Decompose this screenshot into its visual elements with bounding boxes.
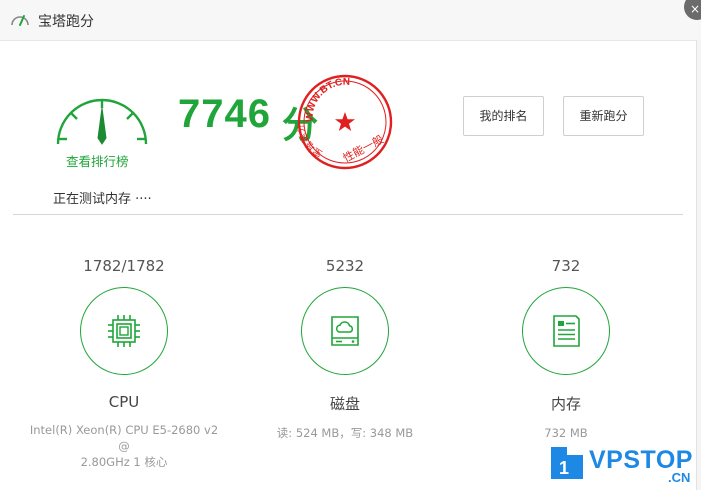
cloud-disk-icon: [331, 316, 359, 346]
metric-disk: 5232 磁盘 读: 524 MB，写: 348 MB: [245, 255, 445, 441]
brand-suffix: .CN: [668, 470, 691, 485]
rating-stamp: WWW.BT.CN 宝塔跑分 性能一般: [295, 74, 393, 170]
memory-desc-line: 732 MB: [544, 426, 588, 440]
view-leaderboard-link[interactable]: 查看排行榜: [66, 151, 129, 170]
cpu-desc-line: 2.80GHz 1 核心: [80, 455, 168, 469]
test-status: 正在测试内存 ····: [53, 192, 152, 207]
disk-description: 读: 524 MB，写: 348 MB: [245, 425, 445, 441]
speedometer-icon: [11, 15, 29, 26]
svg-text:WWW.BT.CN: WWW.BT.CN: [305, 77, 350, 122]
title-bar: 宝塔跑分: [0, 0, 701, 41]
cpu-label: CPU: [108, 393, 140, 411]
window-edge: [696, 40, 701, 490]
cpu-chip-icon: [108, 315, 140, 347]
memory-module-icon: [553, 315, 580, 347]
disk-desc-line: 读: 524 MB，写: 348 MB: [276, 426, 414, 440]
disk-icon-circle: [301, 287, 389, 375]
stamp-rating-text: 性能一般: [340, 132, 385, 165]
cpu-score: 1782/1782: [83, 257, 165, 275]
metric-memory: 732 内存 732 MB: [466, 255, 666, 441]
disk-score: 5232: [325, 257, 365, 275]
vpstop-watermark: 1 VPSTOP .CN: [545, 443, 701, 490]
my-rank-button[interactable]: 我的排名: [463, 96, 544, 136]
svg-text:宝塔跑分: 宝塔跑分: [295, 123, 324, 160]
retest-button[interactable]: 重新跑分: [563, 96, 644, 136]
cpu-description: Intel(R) Xeon(R) CPU E5-2680 v2 @ 2.80GH…: [24, 422, 224, 470]
star-icon: [335, 112, 355, 131]
memory-label: 内存: [550, 395, 581, 413]
gauge-icon: [56, 98, 148, 145]
disk-label: 磁盘: [329, 395, 360, 413]
memory-description: 732 MB: [466, 425, 666, 441]
stamp-url-text: WWW.BT.CN: [305, 77, 350, 122]
badge-number: 1: [559, 458, 569, 478]
metric-cpu: 1782/1782 CPU Intel(R) Xeon(R) CPU E5-26…: [24, 255, 224, 470]
vpstop-logo-icon: 1: [551, 447, 583, 479]
stamp-left-text: 宝塔跑分: [295, 123, 324, 160]
memory-score: 732: [551, 257, 581, 275]
cpu-desc-line: Intel(R) Xeon(R) CPU E5-2680 v2 @: [29, 423, 219, 453]
close-icon: ×: [690, 2, 701, 16]
benchmark-score: 7746: [178, 92, 271, 136]
memory-icon-circle: [522, 287, 610, 375]
cpu-icon-circle: [80, 287, 168, 375]
window-title: 宝塔跑分: [38, 14, 94, 30]
divider: [13, 214, 683, 215]
